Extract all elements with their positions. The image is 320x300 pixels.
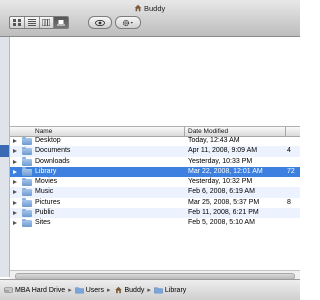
list-item[interactable]: Documents Apr 11, 2008, 9:09 AM 4 (10, 146, 300, 157)
folder-icon (22, 208, 32, 218)
disclosure-triangle-icon[interactable] (13, 180, 17, 185)
folder-icon (22, 136, 32, 145)
path-separator: ▸ (68, 287, 72, 294)
file-list: Desktop Today, 12:43 AM Documents Apr 11… (10, 136, 300, 229)
path-item-hard-drive[interactable]: MBA Hard Drive (4, 286, 65, 294)
item-name: Movies (35, 178, 58, 186)
disclosure-triangle-icon[interactable] (13, 169, 17, 174)
disclosure-triangle-icon[interactable] (13, 159, 17, 164)
item-name: Documents (35, 147, 71, 155)
list-item[interactable]: Downloads Yesterday, 10:33 PM (10, 157, 300, 167)
list-item[interactable]: Movies Yesterday, 10:32 PM (10, 177, 300, 187)
path-item-label: MBA Hard Drive (15, 286, 66, 294)
item-size: 8 (287, 198, 291, 206)
disclosure-triangle-icon[interactable] (13, 221, 17, 226)
column-divider[interactable] (285, 127, 286, 136)
item-date: Yesterday, 10:33 PM (188, 157, 253, 165)
disclosure-triangle-icon[interactable] (13, 200, 17, 205)
sidebar-selected-item[interactable] (0, 145, 9, 157)
item-size: 4 (287, 147, 291, 155)
disclosure-triangle-icon[interactable] (13, 139, 17, 143)
item-date: Feb 11, 2008, 6:21 PM (188, 209, 259, 217)
disclosure-triangle-icon[interactable] (13, 211, 17, 216)
item-date: Yesterday, 10:32 PM (188, 178, 253, 186)
folder-icon (22, 157, 32, 166)
action-menu-button[interactable] (115, 16, 141, 29)
sidebar[interactable] (0, 37, 10, 277)
horizontal-scrollbar[interactable] (10, 270, 300, 280)
name-column-header[interactable]: Name (35, 127, 52, 136)
item-date: Feb 5, 2008, 5:10 AM (188, 219, 255, 227)
coverflow-view-icon (57, 20, 66, 26)
item-date: Mar 22, 2008, 12:01 AM (188, 167, 263, 175)
path-item-label: Buddy (124, 286, 145, 294)
item-name: Public (35, 209, 55, 217)
folder-icon (74, 287, 84, 294)
item-name: Sites (35, 219, 51, 227)
list-item-selected[interactable]: Library Mar 22, 2008, 12:01 AM 72 (10, 166, 300, 178)
folder-icon (22, 187, 32, 197)
coverflow-pane[interactable] (10, 37, 300, 125)
path-item-buddy[interactable]: Buddy (114, 286, 145, 294)
path-item-library[interactable]: Library (154, 286, 186, 294)
path-separator: ▸ (106, 287, 111, 294)
path-item-label: Users (85, 286, 104, 294)
icon-view-button[interactable] (10, 17, 25, 28)
list-item[interactable]: Sites Feb 5, 2008, 5:10 AM (10, 218, 300, 228)
list-item[interactable]: Desktop Today, 12:43 AM (10, 136, 300, 146)
window-title-text: Buddy (144, 3, 166, 13)
list-view-button[interactable] (25, 17, 40, 28)
item-date: Mar 25, 2008, 5:37 PM (188, 198, 260, 206)
date-column-header[interactable]: Date Modified (188, 127, 228, 136)
home-icon (134, 4, 142, 12)
folder-icon (22, 146, 32, 156)
item-date: Feb 6, 2008, 6:19 AM (188, 188, 255, 196)
coverflow-view-button[interactable] (54, 17, 68, 28)
finder-window: Buddy Name Date Modified Desktop Today, … (0, 0, 300, 300)
column-view-icon (42, 19, 51, 26)
column-divider[interactable] (184, 127, 185, 136)
path-item-users[interactable]: Users (74, 286, 104, 294)
item-name: Desktop (35, 137, 61, 144)
eye-icon (95, 19, 105, 26)
item-name: Pictures (35, 198, 61, 206)
folder-icon (22, 177, 32, 187)
list-item[interactable]: Music Feb 6, 2008, 6:19 AM (10, 187, 300, 198)
item-name: Library (35, 167, 57, 175)
item-name: Music (35, 188, 54, 196)
hard-drive-icon (4, 287, 13, 293)
column-view-button[interactable] (40, 17, 55, 28)
icon-view-icon (12, 19, 21, 26)
list-view-icon (27, 19, 36, 26)
item-date: Apr 11, 2008, 9:09 AM (188, 147, 258, 155)
quick-look-button[interactable] (88, 16, 112, 29)
home-icon (114, 286, 122, 294)
folder-icon (22, 167, 32, 176)
folder-icon (154, 287, 163, 294)
list-item[interactable]: Public Feb 11, 2008, 6:21 PM (10, 208, 300, 219)
view-switcher (9, 16, 69, 29)
gear-icon (122, 19, 133, 26)
item-name: Downloads (35, 157, 70, 165)
disclosure-triangle-icon[interactable] (13, 190, 17, 195)
folder-icon (22, 218, 32, 228)
disclosure-triangle-icon[interactable] (13, 149, 17, 154)
item-date: Today, 12:43 AM (188, 137, 240, 144)
list-item[interactable]: Pictures Mar 25, 2008, 5:37 PM 8 (10, 198, 300, 208)
path-item-label: Library (164, 286, 187, 294)
title-bar: Buddy (0, 0, 300, 37)
folder-icon (22, 198, 32, 207)
path-separator: ▸ (147, 287, 151, 294)
item-size: 72 (287, 167, 295, 175)
window-title: Buddy (134, 3, 165, 13)
path-bar: MBA Hard Drive ▸ Users ▸ Buddy ▸ Library (0, 279, 300, 300)
